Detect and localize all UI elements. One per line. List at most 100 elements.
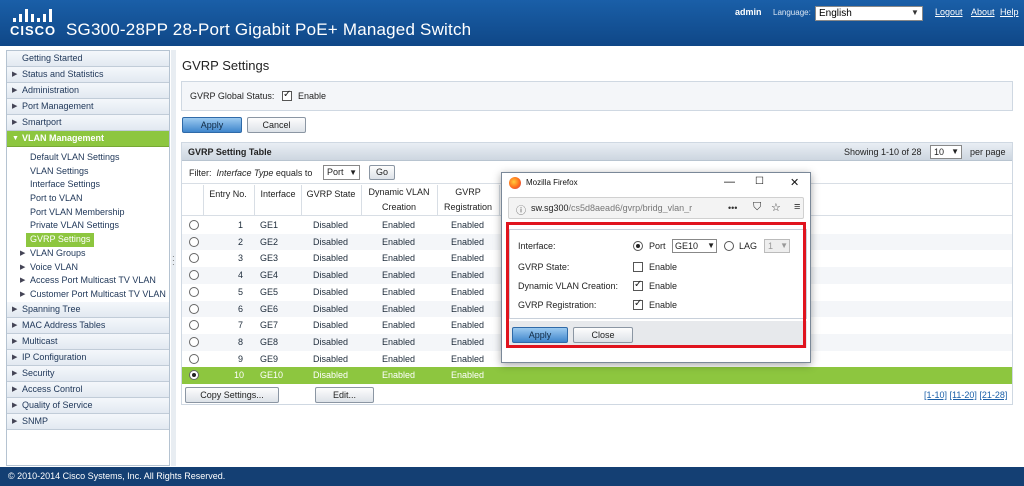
language-label: Language: xyxy=(773,8,811,17)
close-icon[interactable]: ✕ xyxy=(790,176,799,189)
row-radio[interactable] xyxy=(189,303,199,314)
sidebar-item-vlan-settings[interactable]: VLAN Settings xyxy=(7,165,169,179)
logout-link[interactable]: Logout xyxy=(935,7,963,17)
cancel-button[interactable]: Cancel xyxy=(247,117,306,133)
cell-entry: 3 xyxy=(238,253,244,264)
menu-icon[interactable]: ≡ xyxy=(794,201,800,213)
apply-button[interactable]: Apply xyxy=(182,117,242,133)
expand-arrow-icon: ▶ xyxy=(12,103,18,110)
row-radio[interactable] xyxy=(189,353,199,364)
sidebar-item-multicast[interactable]: ▶ Multicast xyxy=(7,333,169,350)
cell-entry: 9 xyxy=(238,353,244,364)
expand-arrow-icon: ▶ xyxy=(20,277,26,285)
sidebar-item-voice-vlan[interactable]: ▶ Voice VLAN xyxy=(7,261,169,275)
sidebar-item-customer-multicast-tv[interactable]: ▶ Customer Port Multicast TV VLAN xyxy=(7,288,169,302)
row-radio[interactable] xyxy=(189,253,199,264)
edit-button[interactable]: Edit... xyxy=(315,387,374,403)
sidebar-item-label: Smartport xyxy=(22,117,62,127)
expand-arrow-icon: ▶ xyxy=(12,305,18,313)
about-link[interactable]: About xyxy=(971,7,995,17)
page-link-2[interactable]: [11-20] xyxy=(950,390,977,400)
expand-arrow-icon: ▶ xyxy=(12,353,18,361)
filter-value: Port xyxy=(327,167,344,177)
sidebar-item-qos[interactable]: ▶ Quality of Service xyxy=(7,397,169,414)
cell-interface: GE3 xyxy=(260,253,279,264)
sidebar-item-ip-configuration[interactable]: ▶ IP Configuration xyxy=(7,349,169,366)
row-radio[interactable] xyxy=(189,336,199,347)
cell-state: Disabled xyxy=(313,303,349,314)
pocket-icon[interactable]: ⛉ xyxy=(753,201,761,214)
expand-arrow-icon: ▶ xyxy=(12,119,18,126)
row-radio[interactable] xyxy=(189,220,199,230)
col-registration-line1: GVRP xyxy=(455,187,481,197)
sidebar-item-getting-started[interactable]: Getting Started xyxy=(7,51,169,67)
sidebar-item-interface-settings[interactable]: Interface Settings xyxy=(7,178,169,192)
global-status-checkbox[interactable] xyxy=(282,89,292,101)
per-page-select[interactable]: 10 ▼ xyxy=(930,145,962,159)
sidebar-item-label: Spanning Tree xyxy=(22,303,81,314)
showing-count: Showing 1-10 of 28 xyxy=(844,147,922,157)
copy-settings-button[interactable]: Copy Settings... xyxy=(185,387,279,403)
sidebar-item-spanning-tree[interactable]: ▶ Spanning Tree xyxy=(7,301,169,318)
row-radio[interactable] xyxy=(189,236,199,247)
col-dynamic-vlan-line1: Dynamic VLAN xyxy=(368,187,430,197)
expand-arrow-icon: ▶ xyxy=(12,401,18,409)
sidebar-item-port-to-vlan[interactable]: Port to VLAN xyxy=(7,192,169,206)
bookmark-star-icon[interactable]: ☆ xyxy=(771,201,781,214)
col-dynamic-vlan: Dynamic VLAN Creation xyxy=(362,185,436,215)
maximize-icon[interactable]: ☐ xyxy=(755,176,764,187)
sidebar-item-vlan-groups[interactable]: ▶ VLAN Groups xyxy=(7,247,169,261)
cell-state: Disabled xyxy=(313,286,349,297)
col-registration-line2: Registration xyxy=(443,202,493,212)
minimize-icon[interactable]: — xyxy=(724,176,735,188)
page-link-1[interactable]: [1-10] xyxy=(924,390,947,400)
sidebar-item-status[interactable]: ▶ Status and Statistics xyxy=(7,67,169,83)
sidebar-item-private-vlan-settings[interactable]: Private VLAN Settings xyxy=(7,219,169,233)
sidebar-item-port-vlan-membership[interactable]: Port VLAN Membership xyxy=(7,206,169,220)
sidebar-item-port-management[interactable]: ▶ Port Management xyxy=(7,99,169,115)
cell-interface: GE4 xyxy=(260,270,279,281)
sidebar-item-mac-tables[interactable]: ▶ MAC Address Tables xyxy=(7,317,169,334)
expand-arrow-icon: ▶ xyxy=(20,249,26,257)
cell-state: Disabled xyxy=(313,353,349,364)
sidebar-splitter[interactable]: · · · xyxy=(171,50,176,466)
sidebar-item-vlan-management[interactable]: ▼ VLAN Management xyxy=(7,131,169,147)
pagination: [1-10] [11-20] [21-28] xyxy=(924,390,1007,400)
cell-dynamic: Enabled xyxy=(382,320,416,331)
page-link-3[interactable]: [21-28] xyxy=(979,390,1007,400)
sidebar-item-label: Customer Port Multicast TV VLAN xyxy=(30,288,166,299)
help-link[interactable]: Help xyxy=(1000,7,1019,17)
per-page-label: per page xyxy=(970,147,1006,157)
cell-dynamic: Enabled xyxy=(382,236,416,247)
row-radio[interactable] xyxy=(189,286,199,297)
language-select[interactable]: English ▼ xyxy=(815,6,923,21)
sidebar-item-default-vlan-settings[interactable]: Default VLAN Settings xyxy=(7,151,169,165)
cell-interface: GE1 xyxy=(260,220,279,230)
sidebar-item-smartport[interactable]: ▶ Smartport xyxy=(7,115,169,131)
filter-operator: equals to xyxy=(275,168,313,178)
filter-select[interactable]: Port ▼ xyxy=(323,165,360,180)
sidebar-item-access-multicast-tv[interactable]: ▶ Access Port Multicast TV VLAN xyxy=(7,274,169,288)
more-icon[interactable]: ••• xyxy=(728,203,737,213)
popup-url-bar[interactable]: ⓘ sw.sg300/cs5d8aead6/gvrp/bridg_vlan_r … xyxy=(508,197,804,219)
product-title: SG300-28PP 28-Port Gigabit PoE+ Managed … xyxy=(66,20,472,39)
url-text: sw.sg300/cs5d8aead6/gvrp/bridg_vlan_r xyxy=(531,203,727,213)
row-radio[interactable] xyxy=(189,320,199,331)
info-icon[interactable]: ⓘ xyxy=(516,202,526,217)
sidebar-item-snmp[interactable]: ▶ SNMP xyxy=(7,413,169,430)
row-radio[interactable] xyxy=(189,270,199,281)
cell-interface: GE8 xyxy=(260,336,279,347)
sidebar-item-label: VLAN Groups xyxy=(30,247,86,258)
table-row-selected[interactable]: 10 GE10 Disabled Enabled Enabled xyxy=(182,367,1012,384)
global-status-enable-label: Enable xyxy=(298,91,327,101)
cell-entry: 7 xyxy=(238,320,244,331)
sidebar-item-security[interactable]: ▶ Security xyxy=(7,365,169,382)
sidebar-item-label: MAC Address Tables xyxy=(22,319,106,330)
current-user: admin xyxy=(735,7,762,17)
sidebar-item-gvrp-settings[interactable]: GVRP Settings xyxy=(26,233,95,247)
row-radio[interactable] xyxy=(189,370,199,381)
sidebar-item-access-control[interactable]: ▶ Access Control xyxy=(7,381,169,398)
cell-registration: Enabled xyxy=(451,220,485,230)
go-button[interactable]: Go xyxy=(369,165,395,180)
sidebar-item-administration[interactable]: ▶ Administration xyxy=(7,83,169,99)
